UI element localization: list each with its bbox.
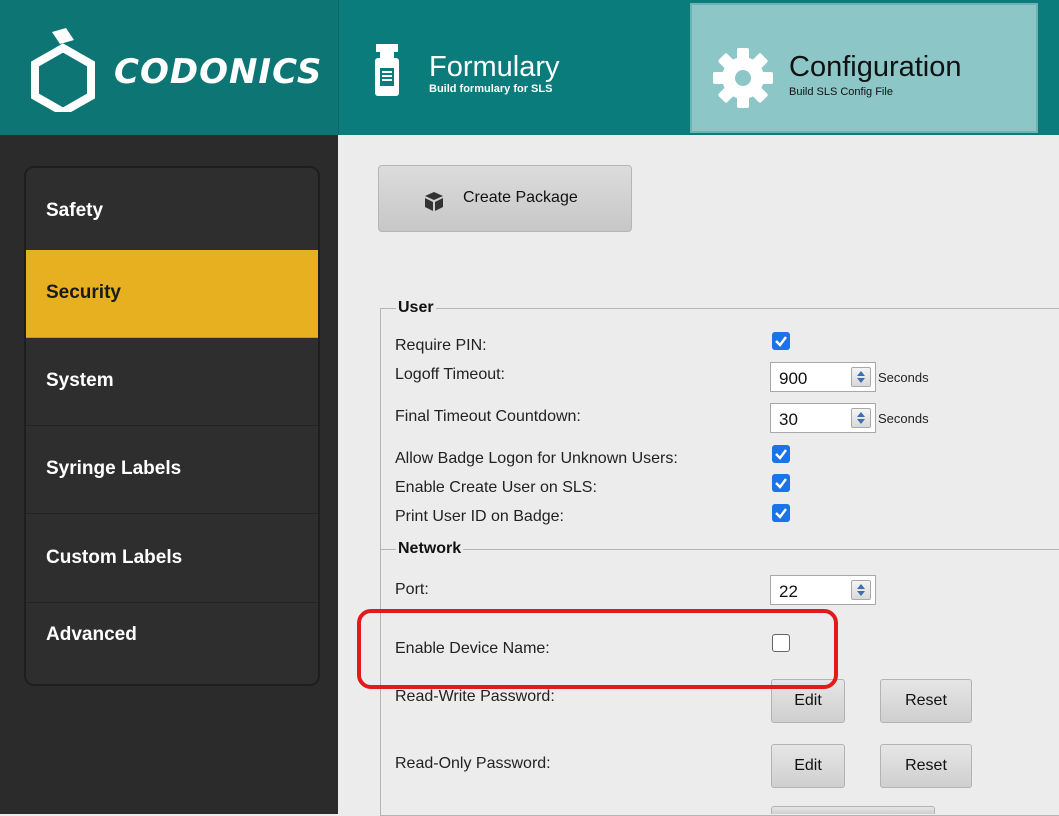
header-edge [1041,0,1059,135]
port-label: Port: [395,581,429,598]
final-timeout-unit: Seconds [878,411,929,426]
ro-password-label: Read-Only Password: [395,755,551,772]
require-pin-label: Require PIN: [395,337,487,354]
highlight-annotation [357,609,838,689]
sidebar-item-label: System [46,370,114,391]
sidebar-item-label: Security [46,282,121,303]
logo: CODONICS [0,0,338,135]
final-timeout-value: 30 [779,410,798,429]
create-package-button[interactable]: Create Package [378,165,632,232]
brand-name: CODONICS [114,52,323,92]
sidebar-item-syringe-labels[interactable]: Syringe Labels [26,426,318,514]
sidebar-item-label: Custom Labels [46,547,183,568]
rw-password-label: Read-Write Password: [395,688,555,705]
partial-button[interactable] [771,806,935,814]
ro-password-edit-button[interactable]: Edit [771,744,845,788]
rw-password-reset-button[interactable]: Reset [880,679,972,723]
tab-formulary-title: Formulary [429,51,560,83]
sidebar-item-system[interactable]: System [26,338,318,426]
logoff-timeout-label: Logoff Timeout: [395,366,505,383]
sidebar-item-security[interactable]: Security [26,250,318,338]
tab-formulary-subtitle: Build formulary for SLS [429,83,553,95]
create-user-checkbox[interactable] [772,474,790,492]
print-user-id-checkbox[interactable] [772,504,790,522]
create-user-label: Enable Create User on SLS: [395,479,597,496]
sidebar-item-label: Safety [46,200,104,221]
print-user-id-label: Print User ID on Badge: [395,508,564,525]
spinner-arrows-icon[interactable] [851,408,871,428]
sidebar-item-label: Syringe Labels [46,458,182,479]
sidebar-item-safety[interactable]: Safety [26,168,318,256]
tab-formulary[interactable]: Formulary Build formulary for SLS [338,0,689,135]
logoff-timeout-value: 900 [779,369,808,388]
gear-icon [713,48,773,108]
network-legend: Network [396,540,464,558]
ro-password-reset-button[interactable]: Reset [880,744,972,788]
sidebar-item-custom-labels[interactable]: Custom Labels [26,515,318,603]
codonics-logo-icon [31,28,95,112]
port-input[interactable]: 22 [770,575,876,605]
port-value: 22 [779,582,798,601]
user-legend: User [396,299,436,317]
badge-logon-checkbox[interactable] [772,445,790,463]
spinner-arrows-icon[interactable] [851,580,871,600]
badge-logon-label: Allow Badge Logon for Unknown Users: [395,450,678,467]
tab-configuration-title: Configuration [789,51,962,83]
final-timeout-input[interactable]: 30 [770,403,876,433]
final-timeout-label: Final Timeout Countdown: [395,408,581,425]
require-pin-checkbox[interactable] [772,332,790,350]
tab-configuration[interactable]: Configuration Build SLS Config File [690,3,1038,133]
tab-configuration-subtitle: Build SLS Config File [789,86,893,98]
logoff-timeout-input[interactable]: 900 [770,362,876,392]
logoff-timeout-unit: Seconds [878,370,929,385]
create-package-label: Create Package [463,189,578,206]
bottle-icon [375,44,399,96]
sidebar-item-advanced[interactable]: Advanced [26,604,318,684]
spinner-arrows-icon[interactable] [851,367,871,387]
sidebar-item-label: Advanced [46,624,137,645]
package-icon [425,192,443,211]
sidebar-menu: Safety Security System Syringe Labels Cu… [24,166,320,686]
